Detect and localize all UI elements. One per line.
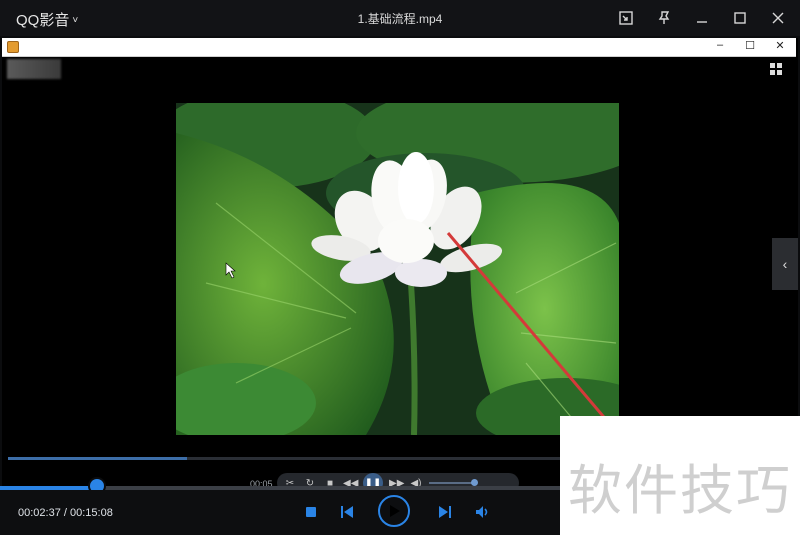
inner-titlebar: – ☐ ✕: [2, 38, 796, 57]
inner-progress-fill: [8, 457, 188, 460]
mini-mode-icon[interactable]: [614, 6, 638, 30]
blurred-thumbnail: [7, 59, 61, 79]
pin-icon[interactable]: [652, 6, 676, 30]
app-icon: [7, 41, 19, 53]
side-panel-toggle[interactable]: ‹: [772, 238, 798, 290]
inner-volume-slider[interactable]: [429, 479, 478, 486]
bottom-control-bar: 00:02:37 / 00:15:08: [0, 490, 560, 535]
volume-button[interactable]: [473, 502, 493, 522]
previous-button[interactable]: [337, 502, 357, 522]
top-bar: QQ影音 ˅ 1.基础流程.mp4: [0, 0, 800, 36]
watermark-text: 软件技巧: [568, 459, 792, 522]
stop-button[interactable]: [301, 502, 321, 522]
volume-icon: [476, 506, 488, 518]
play-button[interactable]: [378, 495, 410, 527]
inner-maximize-button[interactable]: ☐: [744, 39, 756, 52]
total-time: 00:15:08: [70, 507, 113, 519]
play-icon: [390, 505, 400, 517]
time-display: 00:02:37 / 00:15:08: [18, 507, 113, 519]
inner-close-button[interactable]: ✕: [774, 39, 786, 52]
watermark: 软件技巧: [560, 416, 800, 535]
video-frame: [176, 103, 619, 435]
next-button[interactable]: [435, 502, 455, 522]
current-time: 00:02:37: [18, 507, 61, 519]
stop-icon: [306, 507, 316, 517]
time-separator: /: [60, 507, 70, 519]
grid-icon[interactable]: [770, 63, 782, 75]
skip-back-icon: [341, 506, 353, 518]
maximize-icon[interactable]: [728, 6, 752, 30]
close-icon[interactable]: [766, 6, 790, 30]
skip-forward-icon: [439, 506, 451, 518]
minimize-icon[interactable]: [690, 6, 714, 30]
inner-minimize-button[interactable]: –: [714, 39, 726, 52]
inner-volume-knob[interactable]: [471, 479, 478, 486]
